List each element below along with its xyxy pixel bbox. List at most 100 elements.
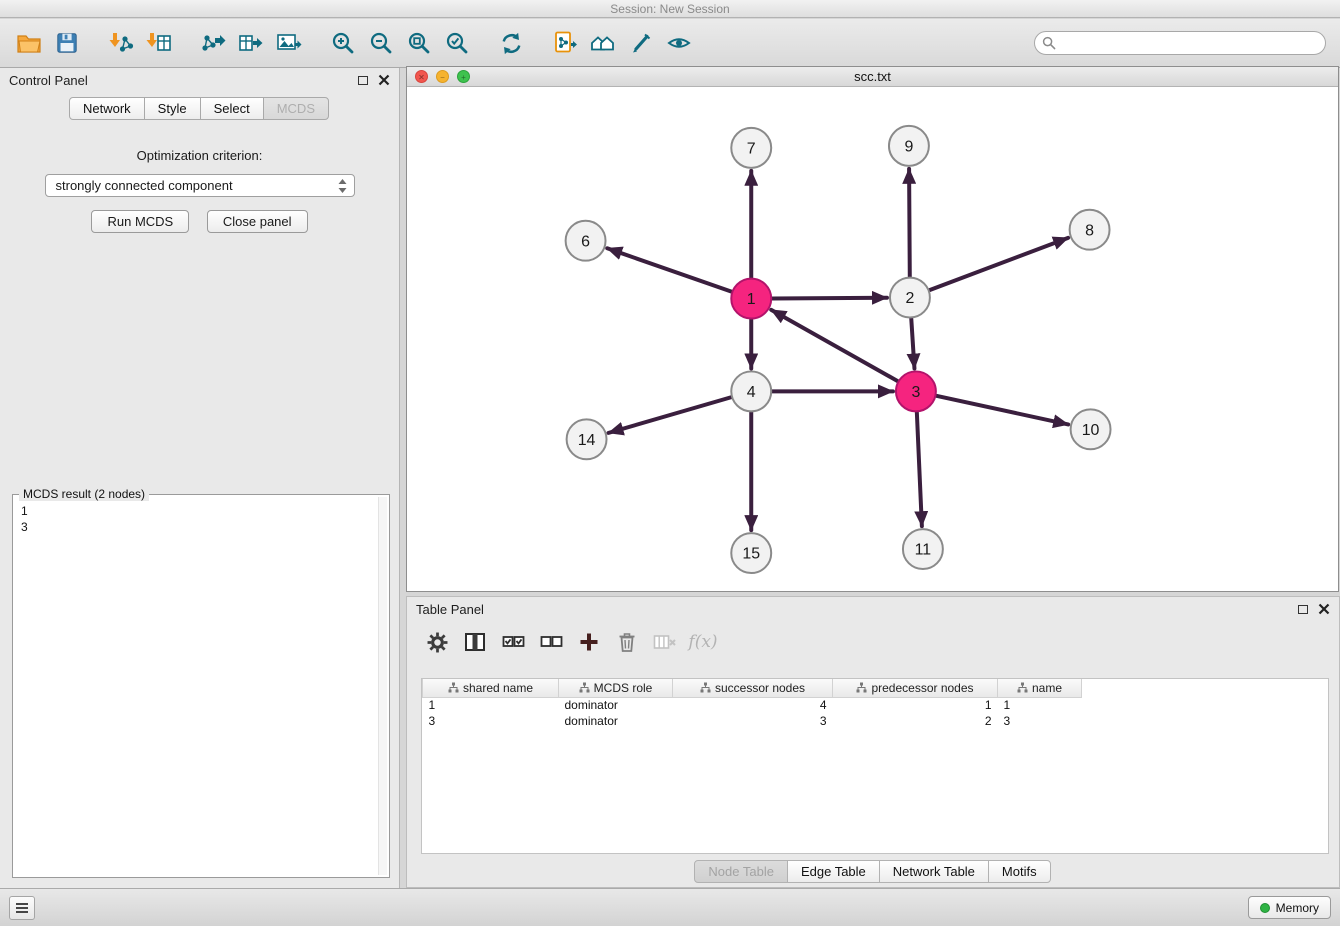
export-image-icon (276, 30, 302, 56)
graph-edge-2-8[interactable] (930, 238, 1069, 290)
toolbar-search (1034, 31, 1326, 55)
control-panel-tab-select[interactable]: Select (200, 97, 264, 120)
delete-row-button[interactable] (611, 626, 643, 658)
graph-edge-2-3[interactable] (911, 318, 914, 368)
table-cell[interactable]: dominator (559, 697, 673, 713)
show-hide-button[interactable] (660, 24, 698, 62)
control-panel-tab-network[interactable]: Network (69, 97, 145, 120)
graph-node-1[interactable]: 1 (731, 279, 771, 319)
graph-edge-3-1[interactable] (771, 310, 897, 381)
graph-edge-1-6[interactable] (607, 248, 731, 291)
graph-node-8[interactable]: 8 (1070, 210, 1110, 250)
graph-node-6[interactable]: 6 (566, 221, 606, 261)
graph-node-label: 4 (747, 384, 756, 401)
graph-node-label: 15 (742, 546, 760, 563)
float-table-panel-icon[interactable] (1298, 605, 1308, 614)
table-cell[interactable]: 1 (423, 697, 559, 713)
insert-column-button[interactable] (459, 626, 491, 658)
optimization-criterion-dropdown[interactable]: strongly connected component (45, 174, 355, 197)
select-all-button[interactable] (497, 626, 529, 658)
zoom-out-icon (368, 30, 394, 56)
table-tab-edge-table[interactable]: Edge Table (787, 860, 880, 883)
home-views-button[interactable] (584, 24, 622, 62)
table-cell[interactable]: 3 (998, 713, 1082, 729)
graph-edge-2-9[interactable] (909, 169, 910, 277)
table-settings-button[interactable] (421, 626, 453, 658)
column-header-label: name (1032, 681, 1062, 695)
zoom-in-button[interactable] (324, 24, 362, 62)
memory-button[interactable]: Memory (1248, 896, 1331, 919)
graph-edge-1-2[interactable] (772, 298, 887, 299)
column-header-name[interactable]: name (998, 679, 1082, 697)
close-panel-icon[interactable] (378, 74, 390, 86)
zoom-fit-button[interactable] (400, 24, 438, 62)
show-console-button[interactable] (9, 896, 35, 920)
graph-node-label: 14 (578, 432, 596, 449)
table-cell[interactable]: 1 (998, 697, 1082, 713)
graph-node-label: 1 (747, 291, 756, 308)
clone-network-button[interactable] (546, 24, 584, 62)
graph-node-9[interactable]: 9 (889, 126, 929, 166)
export-table-button[interactable] (232, 24, 270, 62)
plus-icon (578, 631, 600, 653)
import-network-button[interactable] (102, 24, 140, 62)
run-mcds-button[interactable]: Run MCDS (91, 210, 189, 233)
column-header-successor-nodes[interactable]: successor nodes (673, 679, 833, 697)
delete-column-button[interactable] (649, 626, 681, 658)
control-panel-tab-mcds[interactable]: MCDS (263, 97, 329, 120)
graph-edge-4-14[interactable] (609, 397, 732, 433)
column-sort-icon (1017, 682, 1028, 693)
zoom-selected-button[interactable] (438, 24, 476, 62)
table-row[interactable]: 1dominator411 (423, 697, 1082, 713)
graph-node-10[interactable]: 10 (1071, 409, 1111, 449)
table-cell[interactable]: dominator (559, 713, 673, 729)
table-tab-motifs[interactable]: Motifs (988, 860, 1051, 883)
table-cell[interactable]: 4 (673, 697, 833, 713)
graph-node-2[interactable]: 2 (890, 278, 930, 318)
table-cell[interactable]: 3 (673, 713, 833, 729)
zoom-out-button[interactable] (362, 24, 400, 62)
graph-node-7[interactable]: 7 (731, 128, 771, 168)
graph-node-14[interactable]: 14 (567, 419, 607, 459)
column-header-shared-name[interactable]: shared name (423, 679, 559, 697)
table-cell[interactable]: 1 (833, 697, 998, 713)
float-panel-icon[interactable] (358, 76, 368, 85)
minimize-window-icon[interactable]: − (436, 70, 449, 83)
graph-node-11[interactable]: 11 (903, 529, 943, 569)
network-canvas[interactable]: 7 9 6 8 1 2 4 3 14 10 15 11 (407, 88, 1338, 591)
table-tab-node-table[interactable]: Node Table (694, 860, 788, 883)
export-image-button[interactable] (270, 24, 308, 62)
import-table-button[interactable] (140, 24, 178, 62)
close-panel-button[interactable]: Close panel (207, 210, 308, 233)
apply-function-button[interactable]: f(x) (687, 626, 719, 658)
export-network-button[interactable] (194, 24, 232, 62)
close-window-icon[interactable]: ✕ (415, 70, 428, 83)
add-row-button[interactable] (573, 626, 605, 658)
graph-edge-3-11[interactable] (917, 412, 922, 526)
column-header-mcds-role[interactable]: MCDS role (559, 679, 673, 697)
table-cell[interactable]: 2 (833, 713, 998, 729)
mcds-result-line: 3 (21, 519, 381, 535)
window-title: Session: New Session (610, 2, 729, 16)
annotation-pen-button[interactable] (622, 24, 660, 62)
graph-node-3[interactable]: 3 (896, 371, 936, 411)
maximize-window-icon[interactable]: + (457, 70, 470, 83)
close-table-panel-icon[interactable] (1318, 603, 1330, 615)
graph-node-4[interactable]: 4 (731, 371, 771, 411)
graph-edge-3-10[interactable] (936, 396, 1068, 425)
graph-node-15[interactable]: 15 (731, 533, 771, 573)
column-header-predecessor-nodes[interactable]: predecessor nodes (833, 679, 998, 697)
table-cell[interactable]: 3 (423, 713, 559, 729)
control-panel: Control Panel NetworkStyleSelectMCDS Opt… (0, 68, 400, 888)
column-sort-icon (579, 682, 590, 693)
table-tab-network-table[interactable]: Network Table (879, 860, 989, 883)
search-input[interactable] (1034, 31, 1326, 55)
result-scrollbar[interactable] (378, 497, 387, 875)
insert-column-icon (464, 632, 486, 652)
control-panel-tab-style[interactable]: Style (144, 97, 201, 120)
deselect-all-button[interactable] (535, 626, 567, 658)
save-session-button[interactable] (48, 24, 86, 62)
open-session-button[interactable] (10, 24, 48, 62)
refresh-view-button[interactable] (492, 24, 530, 62)
table-row[interactable]: 3dominator323 (423, 713, 1082, 729)
